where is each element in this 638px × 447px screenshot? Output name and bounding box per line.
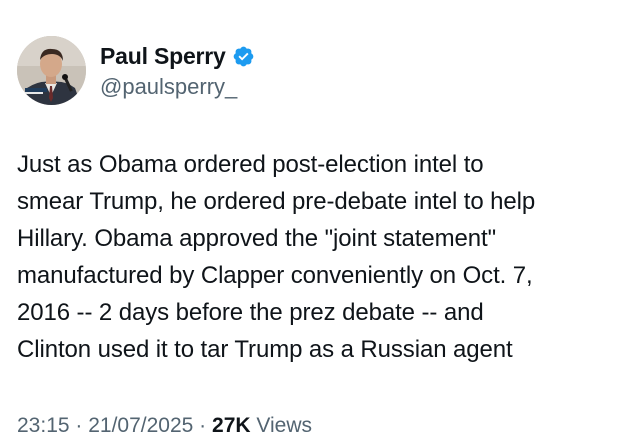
tweet-meta: 23:15 · 21/07/2025 · 27K Views (17, 414, 312, 438)
profile-photo-icon (17, 36, 86, 105)
views-label: Views (250, 414, 313, 437)
tweet-date[interactable]: 21/07/2025 (88, 414, 193, 437)
views-count: 27K (212, 414, 251, 437)
tweet-card: Paul Sperry @paulsperry_ Just as Obama o… (0, 0, 638, 447)
meta-separator: · (193, 414, 213, 437)
display-name-row: Paul Sperry (100, 42, 255, 72)
author-names: Paul Sperry @paulsperry_ (100, 42, 255, 100)
tweet-header: Paul Sperry @paulsperry_ (17, 36, 255, 105)
verified-badge-icon (233, 46, 253, 67)
author-display-name[interactable]: Paul Sperry (100, 43, 226, 70)
avatar[interactable] (17, 36, 86, 105)
meta-separator: · (69, 414, 89, 437)
tweet-time[interactable]: 23:15 (17, 414, 70, 437)
author-handle[interactable]: @paulsperry_ (100, 74, 255, 100)
tweet-text: Just as Obama ordered post-election inte… (17, 151, 536, 363)
